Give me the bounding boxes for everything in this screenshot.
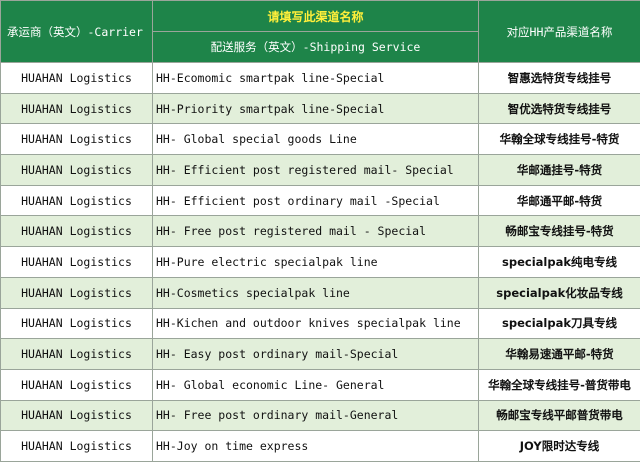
carrier-cell: HUAHAN Logistics (0, 62, 153, 94)
carrier-cell: HUAHAN Logistics (0, 399, 153, 432)
service-cell: HH- Global economic Line- General (152, 368, 479, 401)
table-row: HUAHAN Logistics HH-Priority smartpak lin… (0, 92, 640, 125)
carrier-cell: HUAHAN Logistics (0, 92, 153, 125)
channel-cell: 华翰全球专线挂号-特货 (478, 123, 640, 156)
table-row: HUAHAN Logistics HH- Free post registered… (0, 215, 640, 248)
table-row: HUAHAN Logistics HH- Efficient post ordin… (0, 184, 640, 217)
table-row: HUAHAN Logistics HH-Cosmetics specialpak … (0, 276, 640, 309)
channel-cell: 华邮通挂号-特货 (478, 154, 640, 186)
table-body: HUAHAN Logistics HH-Ecomomic smartpak lin… (0, 62, 640, 462)
carrier-cell: HUAHAN Logistics (0, 246, 153, 278)
service-column-header: 配送服务（英文）-Shipping Service (152, 31, 479, 63)
table-row: HUAHAN Logistics HH-Pure electric special… (0, 246, 640, 278)
channel-cell: 华邮通平邮-特货 (478, 184, 640, 217)
carrier-cell: HUAHAN Logistics (0, 123, 153, 156)
carrier-cell: HUAHAN Logistics (0, 368, 153, 401)
service-cell: HH-Pure electric specialpak line (152, 246, 479, 278)
table-row: HUAHAN Logistics HH- Easy post ordinary m… (0, 338, 640, 370)
service-group-title: 请填写此渠道名称 (152, 0, 479, 32)
service-cell: HH- Efficient post registered mail- Spec… (152, 154, 479, 186)
table-row: HUAHAN Logistics HH-Joy on time express JO… (0, 430, 640, 462)
table-row: HUAHAN Logistics HH- Free post ordinary m… (0, 399, 640, 432)
carrier-cell: HUAHAN Logistics (0, 307, 153, 340)
service-cell: HH-Kichen and outdoor knives specialpak … (152, 307, 479, 340)
table-row: HUAHAN Logistics HH- Efficient post regis… (0, 154, 640, 186)
channel-cell: specialpak纯电专线 (478, 246, 640, 278)
carrier-cell: HUAHAN Logistics (0, 154, 153, 186)
channel-cell: 智优选特货专线挂号 (478, 92, 640, 125)
service-cell: HH-Cosmetics specialpak line (152, 276, 479, 309)
channel-column-header: 对应HH产品渠道名称 (478, 0, 640, 63)
header-row-top: 承运商（英文）-Carrier 请填写此渠道名称 对应HH产品渠道名称 (0, 0, 640, 63)
channel-cell: 智惠选特货专线挂号 (478, 62, 640, 94)
carrier-cell: HUAHAN Logistics (0, 338, 153, 370)
channel-cell: specialpak化妆品专线 (478, 276, 640, 309)
service-cell: HH-Ecomomic smartpak line-Special (152, 62, 479, 94)
shipping-channel-table: 承运商（英文）-Carrier 请填写此渠道名称 对应HH产品渠道名称 配送服务… (0, 0, 640, 462)
channel-cell: specialpak刀具专线 (478, 307, 640, 340)
carrier-column-header: 承运商（英文）-Carrier (0, 0, 153, 63)
table-row: HUAHAN Logistics HH- Global special goods… (0, 123, 640, 156)
table-header: 承运商（英文）-Carrier 请填写此渠道名称 对应HH产品渠道名称 配送服务… (0, 0, 640, 63)
service-cell: HH- Free post registered mail - Special (152, 215, 479, 248)
carrier-cell: HUAHAN Logistics (0, 276, 153, 309)
channel-cell: 华翰全球专线挂号-普货带电 (478, 368, 640, 401)
service-cell: HH- Global special goods Line (152, 123, 479, 156)
service-cell: HH- Efficient post ordinary mail -Specia… (152, 184, 479, 217)
service-cell: HH- Free post ordinary mail-General (152, 399, 479, 432)
channel-cell: JOY限时达专线 (478, 430, 640, 462)
table-row: HUAHAN Logistics HH- Global economic Line… (0, 368, 640, 401)
service-cell: HH-Priority smartpak line-Special (152, 92, 479, 125)
service-cell: HH-Joy on time express (152, 430, 479, 462)
channel-cell: 畅邮宝专线平邮普货带电 (478, 399, 640, 432)
table-row: HUAHAN Logistics HH-Kichen and outdoor kn… (0, 307, 640, 340)
table-row: HUAHAN Logistics HH-Ecomomic smartpak lin… (0, 62, 640, 94)
carrier-cell: HUAHAN Logistics (0, 430, 153, 462)
service-cell: HH- Easy post ordinary mail-Special (152, 338, 479, 370)
channel-cell: 华翰易速通平邮-特货 (478, 338, 640, 370)
carrier-cell: HUAHAN Logistics (0, 184, 153, 217)
carrier-cell: HUAHAN Logistics (0, 215, 153, 248)
channel-cell: 畅邮宝专线挂号-特货 (478, 215, 640, 248)
